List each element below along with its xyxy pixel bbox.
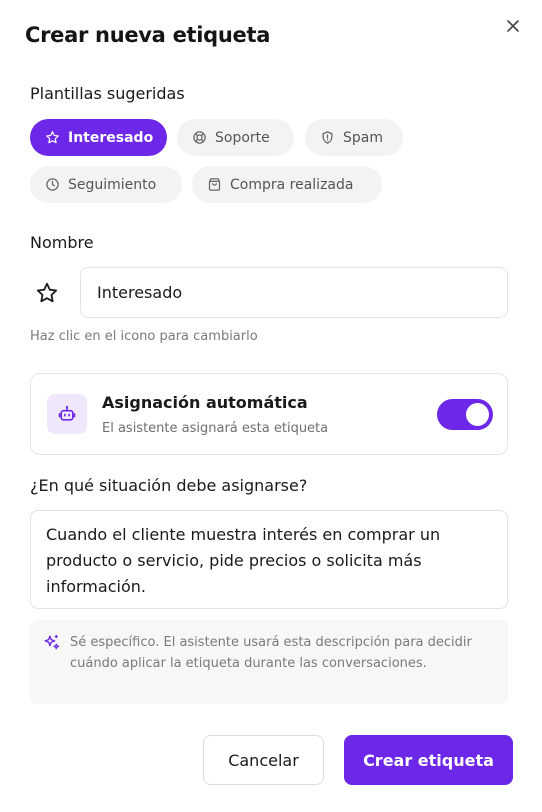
bot-icon bbox=[47, 394, 87, 434]
template-chip-label: Interesado bbox=[68, 129, 154, 146]
tag-name-value: Interesado bbox=[97, 283, 183, 302]
template-chip-compra-realizada[interactable]: Compra realizada bbox=[192, 166, 382, 203]
auto-assign-subtitle: El asistente asignará esta etiqueta bbox=[102, 421, 329, 436]
shopping-bag-icon bbox=[208, 178, 221, 191]
star-icon bbox=[46, 131, 59, 144]
template-chip-seguimiento[interactable]: Seguimiento bbox=[30, 166, 182, 203]
template-chip-soporte[interactable]: Soporte bbox=[177, 119, 294, 156]
name-label: Nombre bbox=[30, 233, 94, 252]
toggle-knob bbox=[466, 403, 489, 426]
template-chip-label: Seguimiento bbox=[68, 176, 157, 193]
situation-textarea[interactable]: Cuando el cliente muestra interés en com… bbox=[30, 510, 508, 609]
auto-assign-card: Asignación automática El asistente asign… bbox=[30, 373, 508, 455]
lifebuoy-icon bbox=[193, 131, 206, 144]
close-button[interactable] bbox=[503, 16, 523, 36]
sparkles-icon bbox=[44, 634, 60, 650]
close-icon bbox=[507, 20, 519, 32]
tip-box: Sé específico. El asistente usará esta d… bbox=[30, 620, 508, 704]
tip-text: Sé específico. El asistente usará esta d… bbox=[70, 635, 472, 671]
cancel-button[interactable]: Cancelar bbox=[203, 735, 324, 785]
auto-assign-toggle[interactable] bbox=[437, 399, 493, 430]
template-chip-label: Spam bbox=[343, 129, 383, 146]
shield-icon bbox=[322, 131, 333, 144]
auto-assign-title: Asignación automática bbox=[102, 393, 308, 412]
tag-name-input[interactable]: Interesado bbox=[80, 267, 508, 318]
create-tag-button[interactable]: Crear etiqueta bbox=[344, 735, 513, 785]
template-chip-label: Compra realizada bbox=[230, 176, 354, 193]
template-chip-label: Soporte bbox=[215, 129, 270, 146]
template-chip-spam[interactable]: Spam bbox=[305, 119, 403, 156]
clock-icon bbox=[46, 178, 59, 191]
situation-label: ¿En qué situación debe asignarse? bbox=[30, 476, 308, 495]
icon-hint: Haz clic en el icono para cambiarlo bbox=[30, 329, 258, 344]
templates-label: Plantillas sugeridas bbox=[30, 84, 185, 103]
dialog-title: Crear nueva etiqueta bbox=[25, 23, 271, 47]
tag-icon-picker[interactable] bbox=[32, 278, 62, 308]
template-chip-interesado[interactable]: Interesado bbox=[30, 119, 167, 156]
star-icon bbox=[36, 282, 58, 303]
